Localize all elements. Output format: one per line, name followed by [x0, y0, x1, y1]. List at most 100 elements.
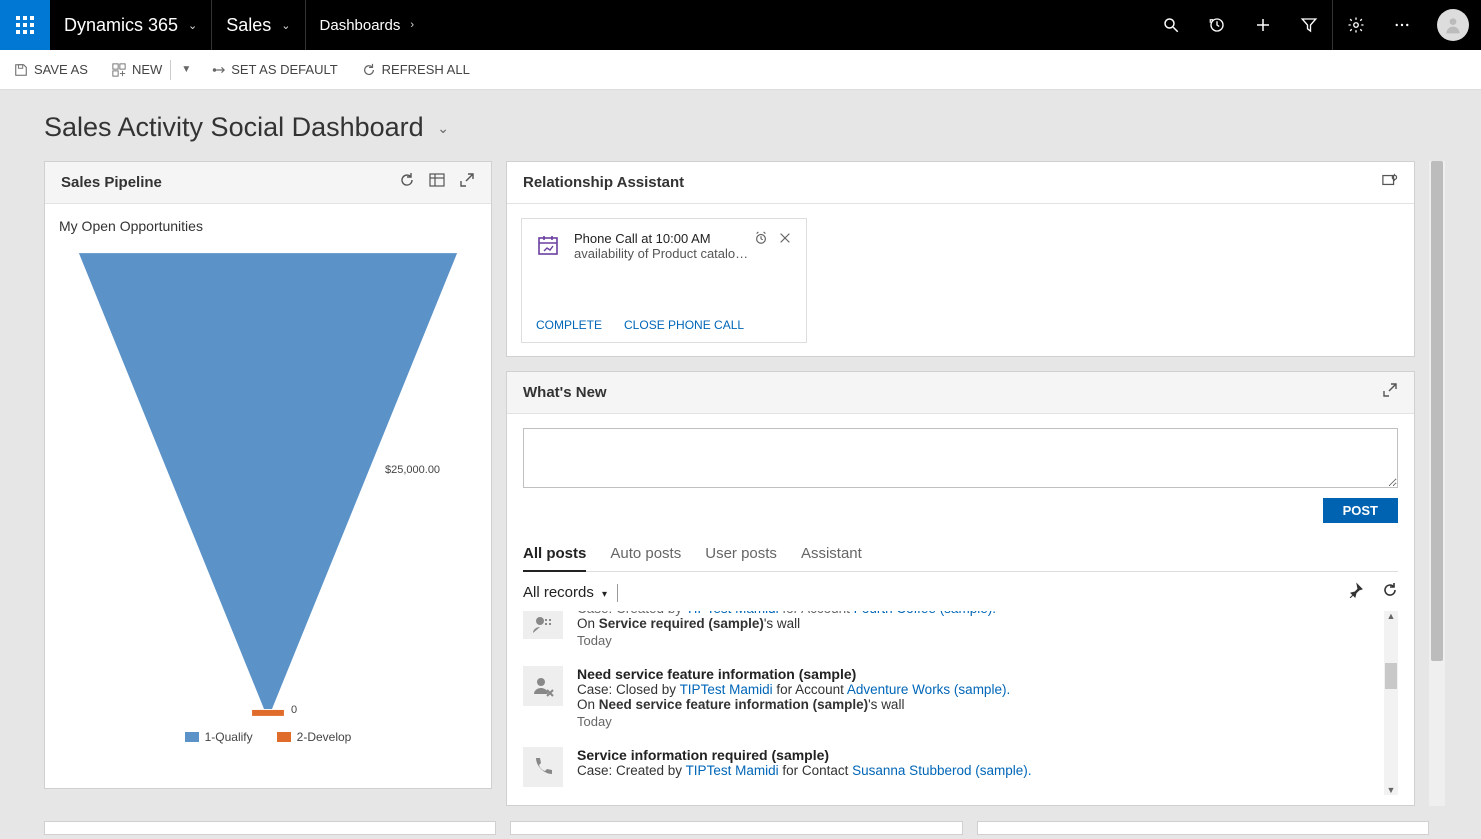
post-button[interactable]: POST	[1323, 498, 1398, 523]
sales-pipeline-header: Sales Pipeline	[45, 162, 491, 204]
app-launcher-button[interactable]	[0, 0, 50, 50]
more-button[interactable]	[1379, 0, 1425, 50]
feed-filter-row: All records ▾	[523, 582, 1398, 603]
app-name-dropdown[interactable]: Dynamics 365 ⌄	[50, 0, 212, 50]
post-avatar-icon	[523, 611, 563, 639]
feed-post[interactable]: Need service feature information (sample…	[523, 656, 1382, 737]
sales-pipeline-panel: Sales Pipeline My Open Opportunities	[44, 161, 492, 789]
contact-link[interactable]: Susanna Stubberod (sample).	[852, 763, 1031, 778]
funnel-chart[interactable]: $25,000.00 0	[59, 252, 477, 722]
feed-post[interactable]: Service information required (sample) Ca…	[523, 737, 1382, 795]
feed-post[interactable]: Case: Created by TIPTest Mamidi for Acco…	[523, 611, 1382, 656]
new-label: NEW	[132, 62, 162, 77]
breadcrumb-label: Dashboards	[320, 17, 401, 34]
search-button[interactable]	[1148, 0, 1194, 50]
tab-all-posts[interactable]: All posts	[523, 539, 586, 572]
whats-new-title: What's New	[523, 384, 607, 401]
sales-pipeline-body: My Open Opportunities $25,000.00 0 1-Qua…	[45, 204, 491, 754]
feed-scrollbar[interactable]: ▲ ▼	[1384, 611, 1398, 795]
card-title: Phone Call at 10:00 AM	[574, 231, 754, 246]
view-records-button[interactable]	[429, 172, 445, 193]
account-link[interactable]: Adventure Works (sample).	[847, 682, 1010, 697]
dismiss-card-button[interactable]	[778, 231, 792, 262]
save-as-button[interactable]: SAVE AS	[14, 62, 88, 77]
complete-action[interactable]: COMPLETE	[536, 318, 602, 332]
relationship-assistant-header: Relationship Assistant	[507, 162, 1414, 204]
swatch-qualify	[185, 732, 199, 742]
whats-new-body: POST All posts Auto posts User posts Ass…	[507, 414, 1414, 805]
dashboard-title-dropdown[interactable]: Sales Activity Social Dashboard ⌄	[44, 112, 1437, 143]
post-timestamp: Today	[577, 633, 1382, 648]
divider	[617, 584, 618, 602]
panel-stub[interactable]	[44, 821, 496, 835]
pin-button[interactable]	[1348, 582, 1364, 603]
breadcrumb-dashboards[interactable]: Dashboards ›	[306, 0, 429, 50]
account-link[interactable]: Fourth Coffee (sample).	[854, 611, 996, 616]
settings-button[interactable]	[1333, 0, 1379, 50]
post-timestamp: Today	[577, 714, 1382, 729]
bottom-panel-row	[44, 821, 1429, 835]
funnel-qualify-value: $25,000.00	[385, 464, 440, 476]
set-as-default-button[interactable]: SET AS DEFAULT	[211, 62, 337, 77]
tab-user-posts[interactable]: User posts	[705, 539, 777, 571]
assistant-card[interactable]: Phone Call at 10:00 AM availability of P…	[521, 218, 807, 343]
refresh-all-button[interactable]: REFRESH ALL	[362, 62, 470, 77]
funnel-develop-value: 0	[291, 704, 297, 716]
chevron-right-icon: ›	[410, 19, 414, 31]
records-filter-dropdown[interactable]: All records ▾	[523, 584, 607, 601]
save-as-label: SAVE AS	[34, 62, 88, 77]
relationship-assistant-body: Phone Call at 10:00 AM availability of P…	[507, 204, 1414, 357]
page-header: Sales Activity Social Dashboard ⌄	[0, 90, 1481, 161]
swatch-develop	[277, 732, 291, 742]
chevron-down-icon: ⌄	[188, 19, 197, 32]
tab-assistant[interactable]: Assistant	[801, 539, 862, 571]
activity-feed: Case: Created by TIPTest Mamidi for Acco…	[523, 611, 1398, 795]
refresh-chart-button[interactable]	[399, 172, 415, 193]
caret-down-icon: ▾	[602, 589, 607, 600]
global-nav: Dynamics 365 ⌄ Sales ⌄ Dashboards ›	[0, 0, 1481, 50]
page-scrollbar[interactable]	[1429, 161, 1451, 806]
advanced-find-button[interactable]	[1286, 0, 1332, 50]
panel-stub[interactable]	[977, 821, 1429, 835]
records-filter-label: All records	[523, 584, 594, 601]
card-subtitle: availability of Product catalogs (s...	[574, 246, 754, 261]
enlarge-chart-button[interactable]	[459, 172, 475, 193]
relationship-assistant-panel: Relationship Assistant Phone Call at 10:…	[506, 161, 1415, 357]
post-input[interactable]	[523, 428, 1398, 488]
enlarge-whats-new-button[interactable]	[1382, 382, 1398, 403]
chevron-down-icon: ⌄	[281, 19, 290, 32]
recent-button[interactable]	[1194, 0, 1240, 50]
refresh-feed-button[interactable]	[1382, 582, 1398, 603]
close-phone-call-action[interactable]: CLOSE PHONE CALL	[624, 318, 744, 332]
calendar-icon	[536, 233, 564, 262]
area-dropdown[interactable]: Sales ⌄	[212, 0, 305, 50]
quick-create-button[interactable]	[1240, 0, 1286, 50]
chevron-down-icon: ⌄	[437, 120, 449, 136]
refresh-all-label: REFRESH ALL	[382, 62, 470, 77]
dashboard-main: Sales Pipeline My Open Opportunities	[0, 161, 1481, 806]
legend-develop: 2-Develop	[277, 730, 352, 744]
post-title: Need service feature information (sample…	[577, 666, 1382, 682]
whats-new-panel: What's New POST All posts Auto posts Use…	[506, 371, 1415, 806]
snooze-button[interactable]	[754, 231, 768, 262]
app-name-label: Dynamics 365	[64, 15, 178, 36]
tab-auto-posts[interactable]: Auto posts	[610, 539, 681, 571]
chart-legend: 1-Qualify 2-Develop	[59, 730, 477, 744]
relationship-assistant-title: Relationship Assistant	[523, 174, 684, 191]
user-link[interactable]: TIPTest Mamidi	[686, 763, 779, 778]
sales-pipeline-title: Sales Pipeline	[61, 174, 162, 191]
post-avatar-icon	[523, 747, 563, 787]
separator	[170, 60, 171, 80]
legend-qualify: 1-Qualify	[185, 730, 253, 744]
page-scroll-thumb[interactable]	[1431, 161, 1443, 661]
user-avatar[interactable]	[1437, 9, 1469, 41]
new-split-caret[interactable]: ▼	[181, 64, 191, 75]
panel-stub[interactable]	[510, 821, 962, 835]
legend-develop-label: 2-Develop	[297, 730, 352, 744]
user-link[interactable]: TIPTest Mamidi	[680, 682, 773, 697]
new-button[interactable]: NEW	[112, 62, 162, 77]
assistant-settings-button[interactable]	[1382, 172, 1398, 193]
command-bar: SAVE AS NEW ▼ SET AS DEFAULT REFRESH ALL	[0, 50, 1481, 90]
post-title: Service information required (sample)	[577, 747, 1382, 763]
feed-scroll-thumb[interactable]	[1385, 663, 1397, 689]
